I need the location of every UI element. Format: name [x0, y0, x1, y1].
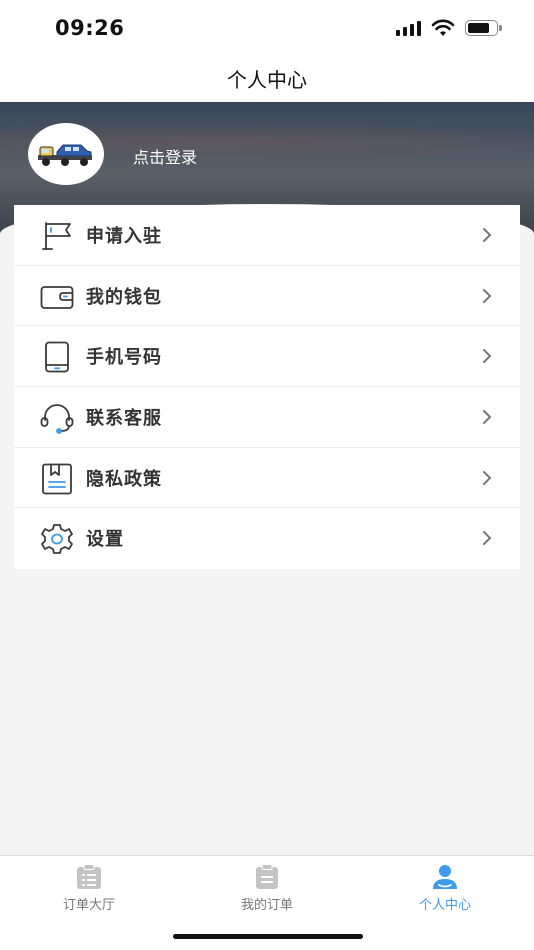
headset-icon [40, 402, 74, 434]
clipboard-icon [256, 864, 278, 889]
chevron-right-icon [483, 228, 492, 242]
tab-my-orders[interactable]: 我的订单 [207, 864, 327, 913]
tow-truck-icon [38, 144, 92, 166]
flag-icon [40, 220, 74, 252]
tab-personal-center[interactable]: 个人中心 [385, 864, 505, 913]
menu-item-customer-service[interactable]: 联系客服 [14, 387, 520, 448]
home-indicator [173, 934, 363, 939]
menu-item-phone[interactable]: 手机号码 [14, 326, 520, 388]
chevron-right-icon [483, 349, 492, 364]
menu-item-apply[interactable]: 申请入驻 [14, 205, 520, 266]
menu-item-settings[interactable]: 设置 [14, 508, 520, 569]
page-title: 个人中心 [227, 68, 307, 92]
menu-item-privacy-policy[interactable]: 隐私政策 [14, 448, 520, 509]
wifi-icon [431, 19, 455, 36]
menu-item-label: 我的钱包 [86, 286, 162, 308]
tab-label: 订单大厅 [62, 898, 115, 913]
battery-icon [465, 20, 502, 36]
menu-item-label: 隐私政策 [86, 468, 162, 490]
status-icons [396, 19, 502, 37]
status-bar: 09:26 [0, 0, 534, 56]
tab-order-hall[interactable]: 订单大厅 [29, 864, 149, 913]
chevron-right-icon [483, 531, 492, 546]
status-time: 09:26 [55, 16, 125, 40]
menu-card: 申请入驻 我的钱包 手机号码 联系客服 隐私政策 设置 [14, 205, 520, 570]
nav-bar: 个人中心 [0, 56, 534, 102]
menu-item-label: 申请入驻 [86, 226, 162, 247]
tab-label: 我的订单 [240, 898, 293, 913]
chevron-right-icon [483, 288, 492, 303]
wallet-icon [40, 281, 74, 313]
bookmark-document-icon [40, 463, 74, 495]
menu-item-label: 手机号码 [86, 347, 162, 369]
menu-item-label: 联系客服 [86, 408, 162, 430]
menu-item-label: 设置 [86, 529, 124, 551]
gear-icon [40, 523, 74, 555]
tab-label: 个人中心 [418, 898, 471, 913]
clipboard-list-icon [77, 864, 101, 889]
tablet-phone-icon [40, 341, 74, 373]
login-link[interactable]: 点击登录 [133, 144, 197, 168]
user-icon [433, 865, 457, 889]
cellular-signal-icon [396, 20, 421, 36]
avatar[interactable] [28, 123, 104, 185]
chevron-right-icon [483, 410, 492, 425]
menu-item-wallet[interactable]: 我的钱包 [14, 266, 520, 327]
chevron-right-icon [483, 470, 492, 485]
